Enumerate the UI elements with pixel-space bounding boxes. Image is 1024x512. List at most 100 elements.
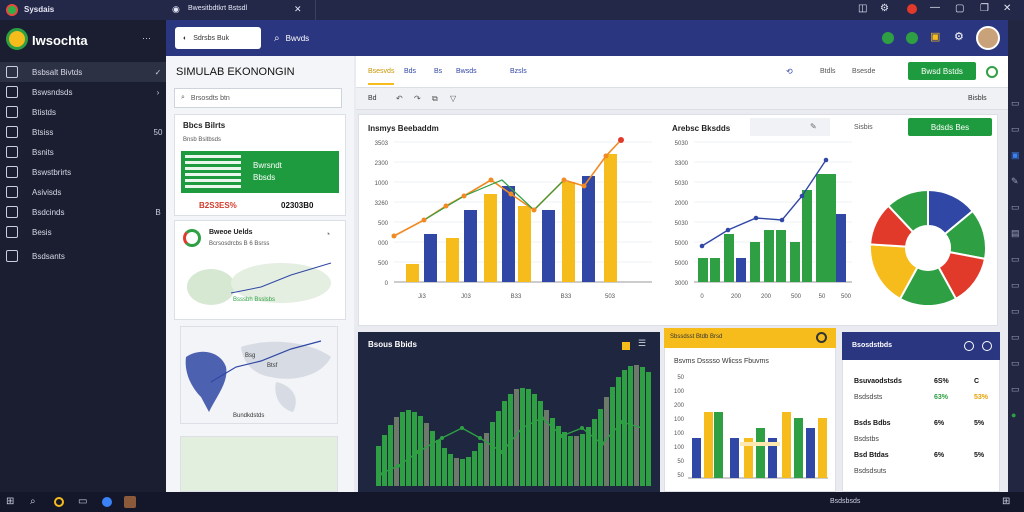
sidebar-item-label: Bsdsants [32, 251, 65, 261]
chart4-bar [782, 412, 791, 478]
map-card-link[interactable]: Bsssbh Bsslsbs [233, 297, 275, 303]
chart2-x-tick: 200 [761, 294, 772, 300]
toolbar: Bsesvds Bds Bs Bwsds Bzsls ⟲ Btdls Bsesde Bw… [356, 56, 1008, 88]
toolbar-tab-2[interactable]: Bs [434, 68, 442, 75]
app-logo-icon [6, 4, 18, 16]
chart1-point [391, 233, 397, 239]
strip-tool-icon[interactable]: ▭ [1011, 98, 1020, 109]
chart2-x-tick: 500 [841, 294, 852, 300]
strip-tool-icon[interactable]: ▭ [1011, 306, 1020, 317]
strip-tool-icon[interactable]: ▭ [1011, 280, 1020, 291]
notification-icon[interactable]: ▣ [930, 30, 940, 43]
sub-toolbar-left[interactable]: Bd [368, 95, 377, 102]
settings-icon[interactable]: ⚙ [954, 30, 964, 43]
window-grid-icon[interactable]: ◫ [858, 3, 867, 14]
tab-close-icon[interactable]: ✕ [294, 4, 302, 15]
page-search-placeholder: Brsosdts btn [190, 94, 230, 102]
strip-tool-icon[interactable]: ▭ [1011, 254, 1020, 265]
chart1-bar [464, 210, 477, 282]
chart3-badge-icon[interactable] [622, 342, 630, 350]
header-search[interactable]: ⌕ Bwvds [274, 29, 309, 47]
page-search-input[interactable]: ⌕ Brsosdts btn [174, 88, 342, 108]
brand-name: Iwsochta [32, 33, 88, 48]
toolbar-right-2[interactable]: Bsesde [852, 68, 875, 75]
sidebar-item-7[interactable]: Bsdcinds B [0, 202, 166, 222]
sidebar-item-label: Bswstbrirts [32, 167, 72, 177]
sidebar-item-icon [6, 186, 18, 198]
taskbar-app-3-icon[interactable] [102, 497, 112, 507]
chart3-bar [376, 446, 381, 486]
chart4-header-icon[interactable] [816, 332, 827, 343]
filter-icon[interactable]: ▽ [450, 94, 456, 103]
chart3-point [396, 464, 400, 468]
chart2-tools-label[interactable]: Sisbis [854, 124, 873, 131]
sidebar-item-8[interactable]: Besis [0, 222, 166, 242]
taskbar-app-1-icon[interactable] [54, 497, 64, 507]
redo-icon[interactable]: ↷ [414, 94, 421, 103]
toolbar-tab-3[interactable]: Bwsds [456, 68, 477, 75]
list-row-pct: 6S% [934, 378, 949, 385]
profile-dot-icon[interactable] [907, 4, 917, 14]
chart2-point [753, 215, 759, 221]
chat-icon[interactable] [906, 32, 918, 44]
strip-tool-icon[interactable]: ▭ [1011, 384, 1020, 395]
extensions-icon[interactable]: ⚙ [880, 3, 889, 14]
status-green-icon[interactable] [882, 32, 894, 44]
strip-tool-icon[interactable]: ▭ [1011, 124, 1020, 135]
toolbar-cast-icon[interactable]: ⟲ [786, 67, 793, 76]
toolbar-tab-0[interactable]: Bsesvds [368, 68, 395, 85]
close-window-icon[interactable]: ✕ [1003, 3, 1011, 14]
sidebar-item-icon [6, 66, 18, 78]
strip-tool-icon[interactable]: ● [1011, 410, 1016, 420]
sidebar-item-6[interactable]: Asivisds [0, 182, 166, 202]
minimize-icon[interactable]: — [930, 2, 940, 13]
app-name: Sysdais [24, 5, 55, 14]
chart2-edit-icon[interactable]: ✎ [810, 122, 817, 131]
sidebar-item-2[interactable]: Btistds [0, 102, 166, 122]
new-button[interactable]: ◐ Sdrsbs Buk [175, 27, 261, 49]
map-card-logo-icon [183, 229, 201, 247]
strip-tool-icon[interactable]: ▭ [1011, 202, 1020, 213]
strip-tool-icon[interactable]: ▭ [1011, 332, 1020, 343]
chart2-bar [764, 230, 774, 282]
taskbar-tray-icon[interactable]: ⊞ [1002, 496, 1010, 507]
user-avatar[interactable] [976, 26, 1000, 50]
taskbar-app-4-icon[interactable] [124, 496, 136, 508]
strip-tool-icon[interactable]: ✎ [1011, 176, 1019, 187]
strip-tool-icon[interactable]: ▤ [1011, 228, 1020, 239]
sidebar-menu-icon[interactable]: ⋯ [142, 33, 151, 44]
map-card-menu-icon[interactable]: ◔ [325, 229, 330, 239]
world-map-label-1: Bsg [245, 353, 256, 359]
sidebar-item-4[interactable]: Bsnits [0, 142, 166, 162]
strip-tool-icon[interactable]: ▣ [1011, 150, 1020, 161]
toolbar-add-icon[interactable] [986, 66, 998, 78]
strip-tool-icon[interactable]: ▭ [1011, 358, 1020, 369]
undo-icon[interactable]: ↶ [396, 94, 403, 103]
primary-button[interactable]: Bwsd Bstds [908, 62, 976, 80]
sidebar-item-9[interactable]: Bsdsants [0, 246, 166, 266]
chart1-y-tick: 500 [378, 221, 389, 227]
toolbar-tab-1[interactable]: Bds [404, 68, 416, 75]
sidebar-item-label: Bsbsalt Bivtds [32, 67, 83, 77]
taskbar-search-icon[interactable]: ⌕ [30, 496, 36, 507]
sidebar-item-5[interactable]: Bswstbrirts [0, 162, 166, 182]
browser-tab[interactable]: ◉ Bwesitbdtkrt Bstsdl ✕ [166, 0, 316, 20]
chart3-menu-icon[interactable]: ☰ [638, 338, 646, 349]
toolbar-tab-4[interactable]: Bzsls [510, 68, 527, 75]
list-header-icon-1[interactable] [964, 341, 974, 351]
sub-toolbar-right[interactable]: Bisbls [968, 95, 987, 102]
toolbar-right-1[interactable]: Btdls [820, 68, 836, 75]
sidebar-item-0[interactable]: Bsbsalt Bivtds ✓ [0, 62, 166, 82]
chart3-bar [526, 389, 531, 486]
sidebar-item-3[interactable]: Btsiss 50 [0, 122, 166, 142]
taskbar-app-2-icon[interactable]: ▭ [78, 496, 87, 507]
chart2-bar [776, 230, 786, 282]
list-header-icon-2[interactable] [982, 341, 992, 351]
restore-icon[interactable]: ❐ [980, 3, 989, 14]
copy-icon[interactable]: ⧉ [432, 94, 438, 104]
start-icon[interactable]: ⊞ [6, 496, 14, 507]
chart3-title: Bsous Bbids [368, 340, 417, 349]
sidebar-item-1[interactable]: Bswsndsds › [0, 82, 166, 102]
chart2-green-button[interactable]: Bdsds Bes [908, 118, 992, 136]
maximize-icon[interactable]: ▢ [955, 3, 964, 14]
